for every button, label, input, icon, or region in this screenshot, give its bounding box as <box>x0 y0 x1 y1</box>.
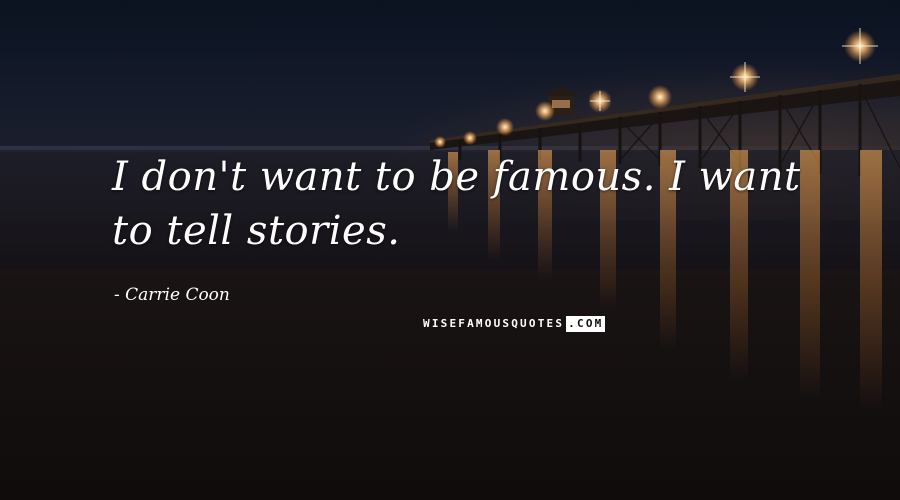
background-photo: I don't want to be famous. I want to tel… <box>0 0 900 500</box>
quote-text: I don't want to be famous. I want to tel… <box>112 154 801 254</box>
site-watermark: WISEFAMOUSQUOTES .COM <box>421 316 606 332</box>
watermark-name: WISEFAMOUSQUOTES <box>423 317 565 330</box>
watermark-domain: .COM <box>566 316 606 332</box>
quote-author: - Carrie Coon <box>114 285 230 305</box>
